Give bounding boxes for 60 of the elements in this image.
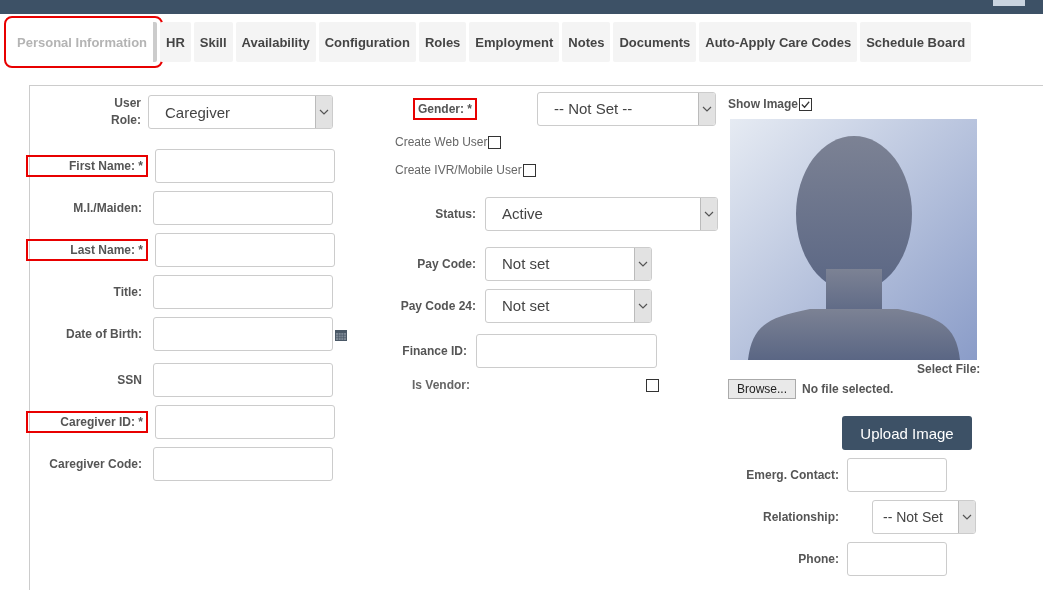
file-status: No file selected. [802,382,894,396]
field-label: Date of Birth: [65,327,142,341]
field-label: Title: [112,285,142,299]
dropdown[interactable]: -- Not Set [872,500,976,534]
checkbox-label: Show Image [728,97,798,111]
upload-button[interactable]: Upload Image [842,416,972,450]
dropdown[interactable]: Not set [485,288,652,323]
dropdown[interactable]: Active [485,196,718,231]
checkbox[interactable] [522,163,536,177]
input-field[interactable] [847,458,947,492]
input-field[interactable] [153,317,333,351]
checkbox-label: Create IVR/Mobile User [395,163,522,177]
input-field[interactable] [155,149,335,183]
input-field[interactable] [153,191,333,225]
field-label: M.I./Maiden: [72,201,142,215]
field-label: Caregiver Code: [48,457,142,471]
field-label: Relationship: [762,510,839,524]
chevron-down-icon [958,501,975,533]
chevron-down-icon [634,247,651,280]
tab[interactable]: Documents [613,22,697,62]
browse-button[interactable]: Browse... [728,379,796,399]
field-label: Status: [434,206,476,221]
checkbox[interactable] [646,378,659,392]
input-field[interactable] [153,363,333,397]
chevron-down-icon [698,92,715,125]
dropdown[interactable]: Not set [485,246,652,281]
field-label: Pay Code: [416,256,476,271]
field-label: Pay Code 24: [399,298,476,313]
tab[interactable]: Auto-Apply Care Codes [699,22,858,62]
tab[interactable]: Notes [562,22,611,62]
tab[interactable]: Skill [193,22,233,62]
input-field[interactable] [153,275,333,309]
chevron-down-icon [634,289,651,322]
input-field[interactable] [155,233,335,267]
tab[interactable]: Availability [235,22,316,62]
chevron-down-icon [315,96,332,128]
field-label: User Role: [110,95,141,129]
tab[interactable]: HR [160,22,191,62]
checkbox[interactable] [488,135,502,149]
field-label: Select File: [917,362,981,376]
input-field[interactable] [153,447,333,481]
field-label: Phone: [797,552,839,566]
dropdown[interactable]: -- Not Set -- [537,91,716,126]
checkbox-label: Is Vendor: [412,378,471,392]
input-field[interactable] [155,405,335,439]
input-field[interactable] [847,542,947,576]
header-button[interactable] [993,0,1025,6]
input-field[interactable] [476,334,657,368]
tab[interactable]: Configuration [318,22,416,62]
calendar-icon[interactable] [335,329,347,341]
field-label: SSN [116,373,142,387]
tab[interactable]: Employment [469,22,560,62]
checkbox[interactable] [799,97,812,111]
chevron-down-icon [700,197,717,230]
checkbox-label: Create Web User [395,135,488,149]
dropdown[interactable]: Caregiver [148,95,333,129]
tab[interactable]: Roles [418,22,467,62]
tab[interactable]: Schedule Board [860,22,972,62]
field-label: Emerg. Contact: [745,468,839,482]
field-label: Finance ID: [401,344,467,358]
